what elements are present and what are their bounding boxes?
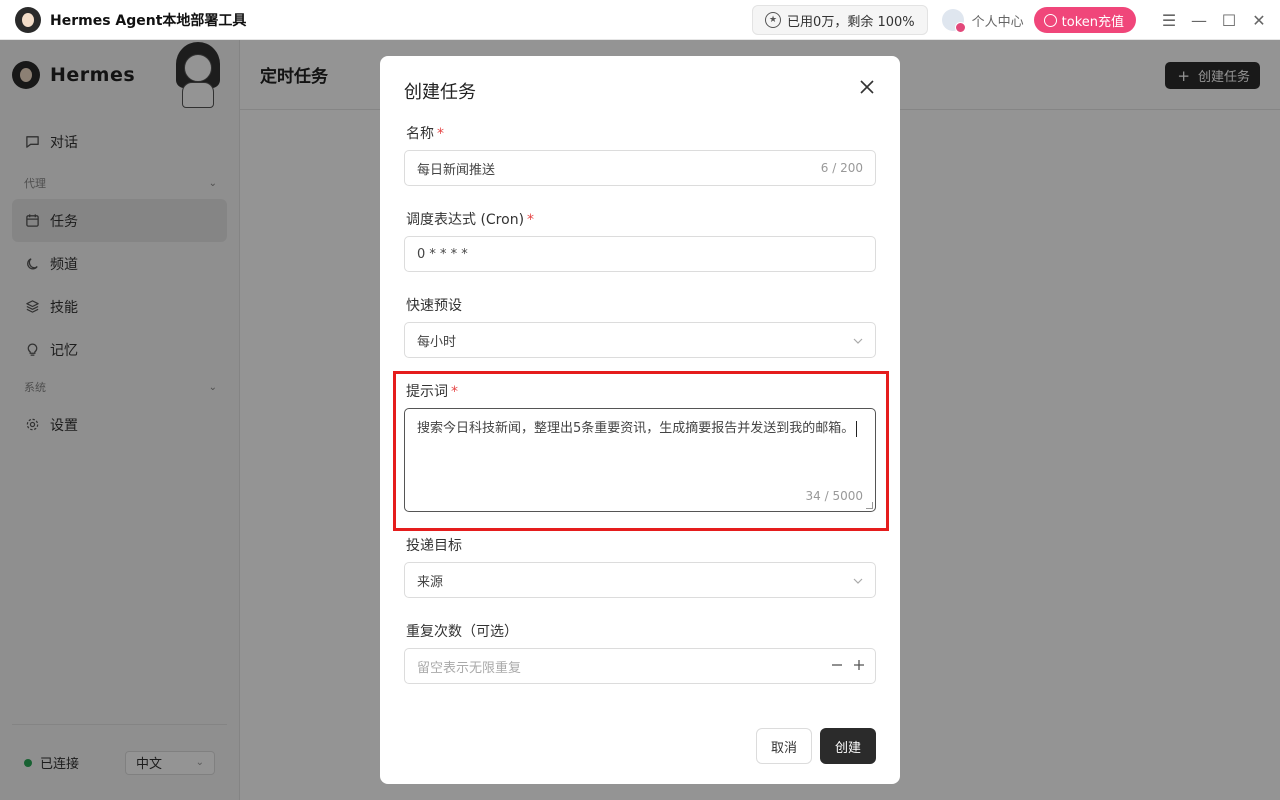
stepper-controls: [831, 657, 865, 675]
app-title: Hermes Agent本地部署工具: [50, 12, 247, 29]
name-value: 每日新闻推送: [417, 162, 496, 178]
target-value: 来源: [417, 574, 444, 590]
close-icon[interactable]: [856, 76, 878, 98]
prompt-textarea[interactable]: 搜索今日科技新闻，整理出5条重要资讯，生成摘要报告并发送到我的邮箱。 34 / …: [404, 408, 876, 512]
name-char-count: 6 / 200: [820, 161, 863, 175]
minimize-icon[interactable]: —: [1184, 0, 1214, 40]
text-caret: [856, 420, 858, 437]
avatar: [941, 9, 966, 33]
token-icon: [1043, 13, 1057, 27]
app-logo: [15, 6, 41, 33]
target-select[interactable]: 来源: [404, 562, 876, 598]
target-label-text: 投递目标: [406, 538, 462, 554]
prompt-label: 提示词 *: [406, 381, 458, 401]
name-input[interactable]: 每日新闻推送 6 / 200: [404, 150, 876, 186]
menu-icon[interactable]: ☰: [1154, 0, 1184, 40]
target-label: 投递目标: [406, 535, 462, 555]
user-center-label: 个人中心: [971, 14, 1024, 30]
preset-label-text: 快速预设: [406, 298, 462, 314]
close-window-icon[interactable]: ✕: [1244, 0, 1274, 40]
resize-handle[interactable]: [866, 502, 873, 509]
cron-label: 调度表达式 (Cron) *: [406, 209, 534, 229]
chevron-down-icon: [853, 574, 863, 587]
preset-select[interactable]: 每小时: [404, 322, 876, 358]
usage-badge[interactable]: ★ 已用0万，剩余 100%: [752, 5, 928, 35]
token-button-label: token充值: [1061, 14, 1124, 30]
required-mark: *: [437, 126, 444, 142]
create-task-dialog: 创建任务 名称 * 每日新闻推送 6 / 200 调度表达式 (Cron) * 0 …: [380, 56, 900, 784]
name-label-text: 名称: [406, 126, 434, 142]
cancel-button[interactable]: 取消: [756, 728, 812, 764]
prompt-char-count: 34 / 5000: [805, 489, 863, 503]
usage-text: 已用0万，剩余 100%: [787, 14, 915, 30]
plus-icon[interactable]: [853, 657, 865, 675]
token-recharge-button[interactable]: token充值: [1033, 7, 1136, 33]
minus-icon[interactable]: [831, 657, 843, 675]
create-button[interactable]: 创建: [820, 728, 876, 764]
user-center-link[interactable]: 个人中心: [941, 9, 1024, 33]
title-bar: Hermes Agent本地部署工具 ★ 已用0万，剩余 100% 个人中心 t…: [0, 0, 1280, 40]
prompt-label-text: 提示词: [406, 384, 448, 400]
prompt-value: 搜索今日科技新闻，整理出5条重要资讯，生成摘要报告并发送到我的邮箱。: [417, 421, 855, 436]
name-label: 名称 *: [406, 123, 444, 143]
maximize-icon[interactable]: ☐: [1214, 0, 1244, 40]
dialog-title: 创建任务: [404, 82, 476, 103]
required-mark: *: [451, 384, 458, 400]
chevron-down-icon: [853, 334, 863, 347]
repeat-label: 重复次数（可选）: [406, 621, 518, 641]
cron-value: 0 * * * *: [417, 246, 468, 262]
preset-label: 快速预设: [406, 295, 462, 315]
cron-input[interactable]: 0 * * * *: [404, 236, 876, 272]
repeat-placeholder: 留空表示无限重复: [417, 660, 522, 676]
required-mark: *: [527, 212, 535, 228]
preset-value: 每小时: [417, 334, 457, 350]
star-icon: ★: [765, 12, 782, 28]
repeat-stepper[interactable]: 留空表示无限重复: [404, 648, 876, 684]
cron-label-text: 调度表达式 (Cron): [406, 212, 525, 228]
repeat-label-text: 重复次数（可选）: [406, 624, 518, 640]
